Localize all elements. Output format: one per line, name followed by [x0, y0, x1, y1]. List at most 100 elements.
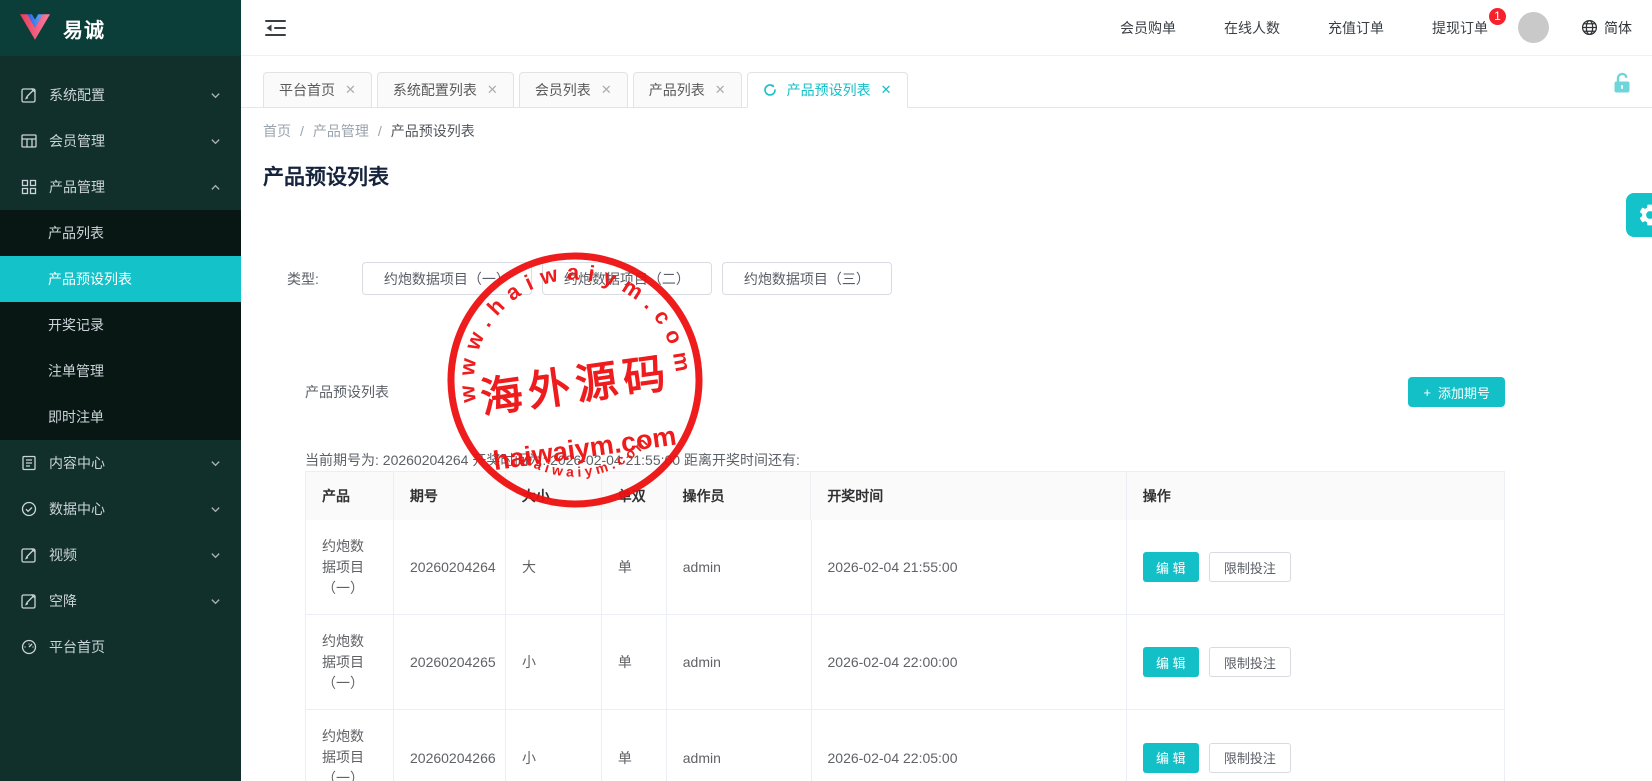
tab-product-list[interactable]: 产品列表 ✕ — [633, 72, 742, 108]
size-value: 小 — [506, 710, 602, 781]
parity-value: 单 — [602, 520, 667, 614]
sidebar-item-bet-management[interactable]: 注单管理 — [0, 348, 241, 394]
close-icon[interactable]: ✕ — [601, 82, 612, 98]
issue-number: 20260204266 — [394, 710, 506, 781]
sidebar-item-content-center[interactable]: 内容中心 — [0, 440, 241, 486]
sidebar-item-product-list[interactable]: 产品列表 — [0, 210, 241, 256]
recharge-orders-link[interactable]: 充值订单 — [1328, 18, 1384, 38]
section-title: 产品预设列表 — [305, 382, 389, 402]
draw-time-value: 2026-02-04 22:05:00 — [812, 710, 1127, 781]
sidebar-item-label: 产品管理 — [49, 177, 210, 197]
type-option-1-button[interactable]: 约炮数据项目（一） — [362, 262, 532, 295]
sidebar-item-members[interactable]: 会员管理 — [0, 118, 241, 164]
tab-label: 会员列表 — [535, 80, 591, 100]
dashboard-icon — [20, 639, 37, 656]
add-issue-button[interactable]: + 添加期号 — [1408, 377, 1505, 407]
sidebar-item-label: 空降 — [49, 591, 210, 611]
refresh-icon[interactable] — [763, 83, 777, 97]
limit-bet-button[interactable]: 限制投注 — [1209, 743, 1291, 773]
draw-time-value: 2026-02-04 22:00:00 — [812, 615, 1127, 709]
operator-value: admin — [667, 520, 812, 614]
page-content: 首页 / 产品管理 / 产品预设列表 产品预设列表 类型: 约炮数据项目（一） … — [241, 108, 1652, 781]
member-orders-link[interactable]: 会员购单 — [1120, 18, 1176, 38]
edit-button[interactable]: 编 辑 — [1143, 743, 1199, 773]
tab-platform-home[interactable]: 平台首页 ✕ — [263, 72, 372, 108]
sidebar-item-platform-home[interactable]: 平台首页 — [0, 624, 241, 670]
sidebar-item-live-bets[interactable]: 即时注单 — [0, 394, 241, 440]
tab-product-preset-list[interactable]: 产品预设列表 ✕ — [747, 72, 908, 108]
edit-square-icon — [20, 593, 37, 610]
breadcrumb-current: 产品预设列表 — [391, 121, 475, 141]
close-icon[interactable]: ✕ — [345, 82, 356, 98]
sidebar-item-system-config[interactable]: 系统配置 — [0, 72, 241, 118]
col-actions: 操作 — [1127, 472, 1504, 520]
type-option-3-button[interactable]: 约炮数据项目（三） — [722, 262, 892, 295]
sidebar-item-label: 数据中心 — [49, 499, 210, 519]
topbar: 会员购单 在线人数 充值订单 提现订单 1 简体 — [241, 0, 1652, 56]
preset-table: 产品 期号 大小 单双 操作员 开奖时间 操作 约炮数据项目（一） 20260 — [305, 471, 1505, 781]
sidebar-item-product-preset-list[interactable]: 产品预设列表 — [0, 256, 241, 302]
chevron-down-icon — [210, 90, 221, 101]
tab-system-config-list[interactable]: 系统配置列表 ✕ — [377, 72, 514, 108]
breadcrumb-product-management[interactable]: 产品管理 — [313, 121, 369, 141]
language-label: 简体 — [1604, 18, 1632, 38]
sidebar-collapse-icon[interactable] — [265, 19, 287, 37]
sidebar-item-data-center[interactable]: 数据中心 — [0, 486, 241, 532]
type-option-2-button[interactable]: 约炮数据项目（二） — [542, 262, 712, 295]
tab-label: 系统配置列表 — [393, 80, 477, 100]
col-parity: 单双 — [602, 472, 667, 520]
operator-value: admin — [667, 710, 812, 781]
issue-number: 20260204264 — [394, 520, 506, 614]
online-users-link[interactable]: 在线人数 — [1224, 18, 1280, 38]
breadcrumb: 首页 / 产品管理 / 产品预设列表 — [263, 121, 1630, 141]
settings-fab[interactable] — [1626, 193, 1652, 237]
operator-value: admin — [667, 615, 812, 709]
limit-bet-button[interactable]: 限制投注 — [1209, 552, 1291, 582]
close-icon[interactable]: ✕ — [881, 82, 892, 98]
tab-label: 平台首页 — [279, 80, 335, 100]
grid-icon — [20, 179, 37, 196]
admin-app: 易诚 系统配置 会员管理 — [0, 0, 1652, 781]
close-icon[interactable]: ✕ — [487, 82, 498, 98]
draw-time-value: 2026-02-04 21:55:00 — [812, 520, 1127, 614]
col-issue: 期号 — [394, 472, 506, 520]
sidebar-item-airdrop[interactable]: 空降 — [0, 578, 241, 624]
tab-member-list[interactable]: 会员列表 ✕ — [519, 72, 628, 108]
col-operator: 操作员 — [667, 472, 812, 520]
topbar-links: 会员购单 在线人数 充值订单 提现订单 1 简体 — [1072, 12, 1632, 43]
open-tabs: 平台首页 ✕ 系统配置列表 ✕ 会员列表 ✕ 产品列表 ✕ — [263, 72, 908, 107]
tabbar: 平台首页 ✕ 系统配置列表 ✕ 会员列表 ✕ 产品列表 ✕ — [241, 56, 1652, 108]
breadcrumb-home[interactable]: 首页 — [263, 121, 291, 141]
table-row: 约炮数据项目（一） 20260204266 小 单 admin 2026-02-… — [306, 710, 1504, 781]
product-name: 约炮数据项目（一） — [322, 631, 377, 694]
parity-value: 单 — [602, 615, 667, 709]
document-icon — [20, 455, 37, 472]
language-selector[interactable]: 简体 — [1581, 18, 1632, 38]
chevron-down-icon — [210, 458, 221, 469]
edit-button[interactable]: 编 辑 — [1143, 647, 1199, 677]
sidebar-item-label: 产品列表 — [48, 223, 104, 243]
close-icon[interactable]: ✕ — [715, 82, 726, 98]
size-value: 大 — [506, 520, 602, 614]
type-filter: 类型: 约炮数据项目（一） 约炮数据项目（二） 约炮数据项目（三） — [287, 262, 1630, 295]
sidebar-item-draw-records[interactable]: 开奖记录 — [0, 302, 241, 348]
table-header: 产品 期号 大小 单双 操作员 开奖时间 操作 — [306, 472, 1504, 520]
unlock-icon[interactable] — [1612, 72, 1632, 94]
sidebar-item-label: 会员管理 — [49, 131, 210, 151]
parity-value: 单 — [602, 710, 667, 781]
chevron-down-icon — [210, 596, 221, 607]
page-title: 产品预设列表 — [263, 161, 1630, 191]
sidebar-item-products[interactable]: 产品管理 — [0, 164, 241, 210]
section-header: 产品预设列表 + 添加期号 — [305, 377, 1505, 407]
sidebar-item-label: 产品预设列表 — [48, 269, 132, 289]
withdraw-count-badge: 1 — [1489, 8, 1506, 25]
preset-list-card: 产品预设列表 + 添加期号 当前期号为: 20260204264 开奖时间为: … — [305, 377, 1505, 781]
product-name: 约炮数据项目（一） — [322, 726, 377, 781]
sidebar-item-label: 平台首页 — [49, 637, 221, 657]
limit-bet-button[interactable]: 限制投注 — [1209, 647, 1291, 677]
avatar[interactable] — [1518, 12, 1549, 43]
edit-button[interactable]: 编 辑 — [1143, 552, 1199, 582]
chevron-down-icon — [210, 550, 221, 561]
sidebar-item-video[interactable]: 视频 — [0, 532, 241, 578]
withdraw-orders-link[interactable]: 提现订单 1 — [1432, 18, 1488, 38]
